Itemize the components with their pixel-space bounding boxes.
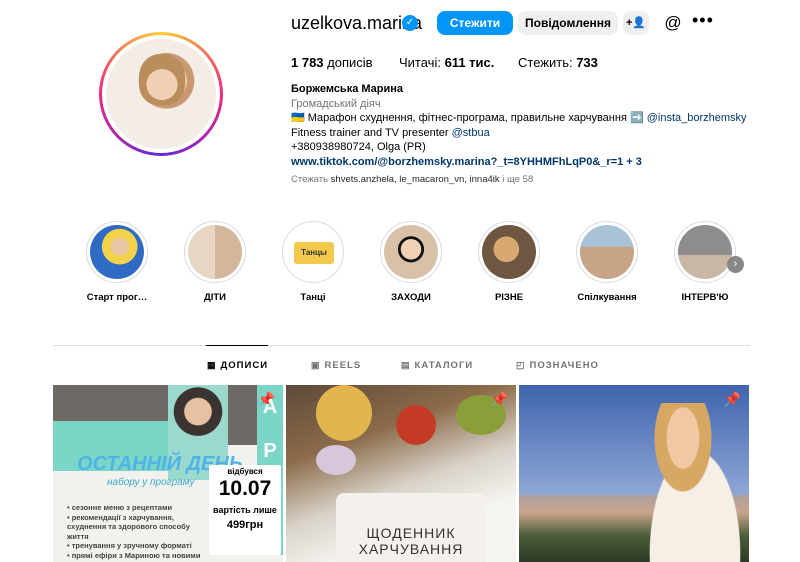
highlight-label: ЗАХОДИ [391,292,431,303]
post-tile[interactable]: А Р Т ОСТАННІЙ ДЕНЬ набору у програму • … [53,385,283,562]
pin-icon: 📌 [723,391,741,407]
pin-icon: 📌 [490,391,508,407]
message-button[interactable]: Повідомлення [518,11,618,35]
bio-line-2: Fitness trainer and TV presenter @stbua [291,126,490,139]
tagged-icon: ◰ [516,360,526,370]
catalog-icon: ▤ [401,360,411,370]
mention-insta-borzhemsky[interactable]: @insta_borzhemsky [647,112,747,124]
tab-tagged[interactable]: ◰ ПОЗНАЧЕНО [516,360,599,371]
highlight-label: Старт прог… [86,292,148,303]
highlight-item[interactable]: РІЗНЕ [464,221,554,303]
profile-bio: Боржемська Марина Громадський діяч 🇺🇦 Ма… [291,82,761,170]
followers-count[interactable]: Читачі: 611 тис. [399,55,494,70]
highlight-label: Спілкування [577,292,637,303]
highlight-item[interactable]: Старт прог… [72,221,162,303]
posts-count: 1 783 дописів [291,55,373,70]
follow-button[interactable]: Стежити [437,11,513,35]
highlight-badge: Танцы [294,242,334,264]
highlight-item[interactable]: ЗАХОДИ [366,221,456,303]
pin-icon: 📌 [257,391,275,407]
post-photo [629,403,749,562]
following-count[interactable]: Стежить: 733 [518,55,598,70]
highlight-label: Танці [300,292,326,303]
highlight-item[interactable]: Спілкування [562,221,652,303]
category-label: Громадський діяч [291,97,381,110]
reels-icon: ▣ [311,360,321,370]
highlights-next-button[interactable]: › [727,256,744,273]
highlight-label: ІНТЕРВ'Ю [681,292,729,303]
active-tab-indicator [206,345,268,346]
post-list: • сезонне меню з рецептами • рекомендаці… [67,503,201,560]
chevron-right-icon: › [733,258,738,270]
tab-catalogs[interactable]: ▤ КАТАЛОГИ [401,360,473,371]
grid-icon: ▦ [207,360,217,370]
tab-posts[interactable]: ▦ ДОПИСИ [207,360,268,371]
more-options-icon[interactable]: ••• [692,10,713,30]
post-subtitle: набору у програму [107,477,195,488]
profile-avatar[interactable] [99,32,223,156]
tabs-divider [53,345,750,346]
mention-stbua[interactable]: @stbua [452,127,490,139]
post-date-card: відбувся 10.07 вартість лише 499грн [209,465,281,555]
bio-link[interactable]: www.tiktok.com/@borzhemsky.marina?_t=8YH… [291,155,761,170]
tab-reels[interactable]: ▣ REELS [311,360,361,371]
verified-badge-icon: ✓ [402,15,418,31]
bio-phone: +380938980724, Olga (PR) [291,141,426,154]
highlight-label: РІЗНЕ [494,292,524,303]
bio-line-1: 🇺🇦 Марафон схуднення, фітнес-програма, п… [291,112,747,125]
threads-icon[interactable]: @ [663,13,683,33]
post-tile[interactable]: 📌 [519,385,749,562]
post-tile[interactable]: ЩОДЕННИК ХАРЧУВАННЯ 📌 [286,385,516,562]
highlight-item[interactable]: Танцы Танці [268,221,358,303]
highlight-item[interactable]: ДІТИ [170,221,260,303]
highlight-label: ДІТИ [203,292,227,303]
full-name: Боржемська Марина [291,83,404,95]
suggest-users-button[interactable]: +👤 [623,11,649,35]
post-title: ЩОДЕННИК ХАРЧУВАННЯ [358,525,464,557]
mutual-followers[interactable]: Стежать shvets.anzhela, le_macaron_vn, i… [291,174,533,185]
add-user-icon: +👤 [625,17,647,29]
